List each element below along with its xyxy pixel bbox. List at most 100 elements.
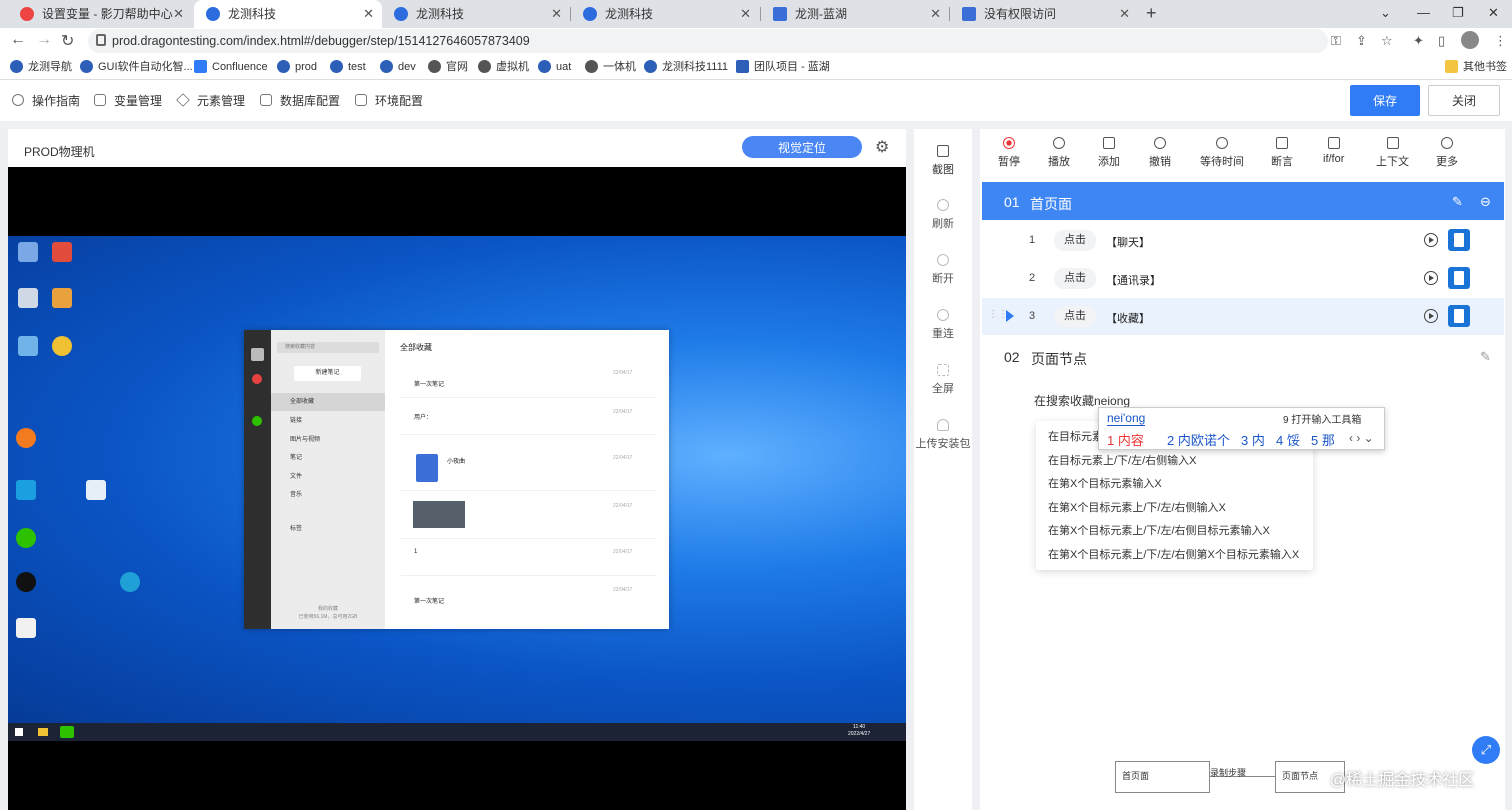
desktop-pc-icon[interactable] [18,242,38,262]
play-step-icon[interactable] [1424,309,1438,323]
desktop-app-icon[interactable] [16,480,36,500]
suggestion-item[interactable]: 在目标元素上/下/左/右侧输入X [1048,452,1197,468]
play-step-icon[interactable] [1424,271,1438,285]
desktop-app-icon[interactable] [18,336,38,356]
favorites-item-files[interactable]: 文件 [271,468,385,486]
fullscreen-tool[interactable]: 全屏 [914,364,972,396]
bookmark-item[interactable]: 龙测导航 [10,59,72,75]
forward-arrow-icon[interactable]: → [36,31,52,49]
file-icon[interactable] [16,618,36,638]
menu-guide[interactable]: 操作指南 [12,93,80,109]
ime-candidate[interactable]: 1 内容 [1107,430,1144,449]
minimize-icon[interactable]: — [1417,0,1430,28]
file-explorer-icon[interactable] [38,728,48,736]
share-icon[interactable]: ⇪ [1356,33,1367,49]
new-tab-plus-icon[interactable]: + [1146,0,1157,28]
disconnect-tool[interactable]: 断开 [914,254,972,286]
browser-tab[interactable]: 没有权限访问 ✕ [950,0,1138,28]
menu-variables[interactable]: 变量管理 [94,93,162,109]
step-row[interactable]: 1 点击 【聊天】 [982,222,1504,259]
more-vert-icon[interactable]: ⋮ [1494,33,1507,49]
avatar[interactable] [251,348,264,361]
pause-tool[interactable]: 暂停 [998,137,1020,169]
play-tool[interactable]: 播放 [1048,137,1070,169]
screenshot-tool[interactable]: 截图 [914,145,972,177]
add-tool[interactable]: 添加 [1098,137,1120,169]
more-tool[interactable]: 更多 [1436,137,1458,169]
close-tab-icon[interactable]: ✕ [930,0,941,28]
gear-icon[interactable]: ⚙ [875,137,889,157]
profile-avatar[interactable] [1461,31,1479,49]
windows-start-icon[interactable] [15,728,23,736]
url-input[interactable]: prod.dragontesting.com/index.html#/debug… [88,29,1328,53]
save-button[interactable]: 保存 [1350,85,1420,116]
bookmark-item[interactable]: 龙测科技1111 [644,59,728,75]
close-tab-icon[interactable]: ✕ [551,0,562,28]
edge-icon[interactable] [120,572,140,592]
bookmark-item[interactable]: prod [277,59,317,75]
ime-candidate[interactable]: 2 内欧诺个 [1167,430,1230,449]
recycle-bin-icon[interactable] [18,288,38,308]
bookmark-item[interactable]: test [330,59,366,75]
undo-tool[interactable]: 撤销 [1149,137,1171,169]
step-action-pill[interactable]: 点击 [1054,306,1096,327]
favorite-entry[interactable]: 1 [414,549,417,555]
expand-arrows-icon[interactable]: ⤢ [1472,736,1500,764]
menu-database[interactable]: 数据库配置 [260,93,340,109]
favorite-entry[interactable]: 第一次笔记 [414,596,444,605]
chrome-icon[interactable] [52,336,72,356]
bookmark-item[interactable]: 团队项目 - 蓝湖 [736,59,830,75]
favorites-item-tags[interactable]: 标签 [271,520,385,538]
wait-time-tool[interactable]: 等待时间 [1200,137,1244,169]
close-tab-icon[interactable]: ✕ [740,0,751,28]
menu-environment[interactable]: 环境配置 [355,93,423,109]
suggestion-item[interactable]: 在第X个目标元素上/下/左/右侧输入X [1048,499,1226,515]
section-header-1[interactable]: 01 首页面 ✎ ⊖ [982,182,1504,220]
if-for-tool[interactable]: if/for [1323,137,1344,165]
edit-pencil-icon[interactable]: ✎ [1480,349,1491,365]
drag-handle-icon[interactable]: ⋮⋮ [988,309,1008,320]
back-arrow-icon[interactable]: ← [10,31,26,49]
step-action-pill[interactable]: 点击 [1054,268,1096,289]
close-button[interactable]: 关闭 [1428,85,1500,116]
reconnect-tool[interactable]: 重连 [914,309,972,341]
desktop-app-icon[interactable] [86,480,106,500]
ime-pager-chevron-icon[interactable]: ‹ › ⌄ [1349,431,1374,445]
step-screenshot-icon[interactable] [1448,305,1470,327]
assert-tool[interactable]: 断言 [1271,137,1293,169]
browser-tab[interactable]: 龙测科技 ✕ [571,0,759,28]
visual-locate-button[interactable]: 视觉定位 [742,136,862,158]
extensions-puzzle-icon[interactable]: ✦ [1413,33,1424,49]
ime-candidate[interactable]: 4 馁 [1276,430,1300,449]
favorites-item-links[interactable]: 链接 [271,412,385,430]
wechat-icon[interactable] [16,528,36,548]
edit-pencil-icon[interactable]: ✎ [1452,194,1463,210]
bookmark-item[interactable]: Confluence [194,59,268,75]
close-tab-icon[interactable]: ✕ [1119,0,1130,28]
favorites-item-music[interactable]: 音乐 [271,486,385,504]
context-tool[interactable]: 上下文 [1376,137,1409,169]
bookmark-folder-other[interactable]: 其他书签 [1445,59,1507,75]
browser-tab[interactable]: 设置变量 - 影刀帮助中心 ✕ [8,0,192,28]
step-screenshot-icon[interactable] [1448,267,1470,289]
key-icon[interactable]: ⚿ [1331,33,1341,49]
step-screenshot-icon[interactable] [1448,229,1470,251]
refresh-tool[interactable]: 刷新 [914,199,972,231]
ime-toolbox-link[interactable]: 9 打开输入工具箱 [1283,411,1361,426]
firefox-icon[interactable] [16,428,36,448]
desktop-app-icon[interactable] [52,242,72,262]
ime-candidate[interactable]: 5 那 [1311,430,1335,449]
suggestion-item[interactable]: 在第X个目标元素上/下/左/右侧目标元素输入X [1048,522,1270,538]
sidebar-panel-icon[interactable]: ▯ [1438,33,1445,49]
qq-icon[interactable] [16,572,36,592]
step-row-selected[interactable]: ⋮⋮ 3 点击 【收藏】 [982,298,1504,335]
play-step-icon[interactable] [1424,233,1438,247]
suggestion-item[interactable]: 在第X个目标元素输入X [1048,475,1162,491]
wechat-window[interactable]: 搜索收藏内容 新建笔记 全部收藏 链接 图片与视频 笔记 文件 音乐 标签 我的… [244,330,669,629]
favorites-item-all[interactable]: 全部收藏 [271,393,385,411]
close-window-icon[interactable]: ✕ [1488,0,1499,28]
favorites-icon[interactable] [252,416,262,426]
favorites-item-media[interactable]: 图片与视频 [271,431,385,449]
close-tab-icon[interactable]: ✕ [363,0,374,28]
star-icon[interactable]: ☆ [1381,33,1393,49]
